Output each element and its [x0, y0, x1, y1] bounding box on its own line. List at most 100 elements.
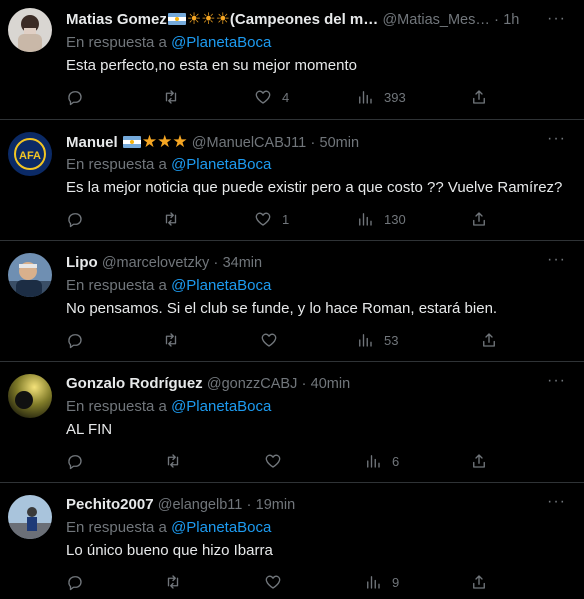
- like-count: 4: [282, 89, 290, 105]
- heart-icon: [265, 575, 281, 589]
- tweet-text: Es la mejor noticia que puede existir pe…: [66, 179, 563, 196]
- retweet-icon: [167, 575, 179, 589]
- timestamp[interactable]: 1h: [503, 12, 519, 28]
- share-button[interactable]: [470, 452, 488, 470]
- tweet[interactable]: Pechito2007 @elangelb11 · 19min ··· En r…: [0, 483, 584, 599]
- tweet-header: Pechito2007 @elangelb11 · 19min: [66, 495, 544, 515]
- more-icon[interactable]: ···: [547, 493, 566, 511]
- display-name[interactable]: Manuel: [66, 134, 118, 151]
- reply-button[interactable]: [66, 573, 94, 591]
- separator-dot: ·: [494, 11, 500, 28]
- reply-button[interactable]: [66, 88, 94, 106]
- star-icon: ★: [157, 132, 173, 151]
- retweet-icon: [165, 212, 177, 226]
- share-button[interactable]: [470, 210, 488, 228]
- views-button[interactable]: 53: [356, 331, 398, 349]
- share-button[interactable]: [480, 331, 498, 349]
- reply-prefix: En respuesta a: [66, 519, 167, 536]
- views-button[interactable]: 9: [364, 573, 399, 591]
- separator-dot: ·: [213, 254, 219, 271]
- views-button[interactable]: 393: [356, 88, 406, 106]
- more-icon[interactable]: ···: [547, 130, 566, 148]
- sun-icon: ☀: [186, 11, 202, 28]
- views-button[interactable]: 6: [364, 452, 399, 470]
- views-chart-icon: [367, 455, 380, 468]
- share-button[interactable]: [470, 573, 488, 591]
- handle[interactable]: @elangelb11: [158, 497, 243, 513]
- reply-button[interactable]: [66, 331, 94, 349]
- views-chart-icon: [359, 334, 372, 347]
- avatar[interactable]: [8, 8, 52, 52]
- reply-mention-link[interactable]: @PlanetaBoca: [171, 398, 271, 415]
- more-icon[interactable]: ···: [547, 10, 566, 28]
- share-icon: [473, 212, 485, 226]
- reply-icon: [68, 213, 82, 228]
- handle[interactable]: @marcelovetzky: [102, 255, 209, 271]
- retweet-button[interactable]: [162, 210, 190, 228]
- tweet-actions: 9: [66, 573, 570, 593]
- timestamp[interactable]: 19min: [256, 497, 296, 513]
- more-icon[interactable]: ···: [547, 251, 566, 269]
- views-button[interactable]: 130: [356, 210, 406, 228]
- handle[interactable]: @ManuelCABJ11: [192, 135, 306, 151]
- timestamp[interactable]: 50min: [320, 135, 360, 151]
- handle[interactable]: @Matias_Mes…: [382, 12, 489, 28]
- reply-button[interactable]: [66, 452, 94, 470]
- avatar[interactable]: [8, 374, 52, 418]
- display-name-suffix: (Campeones del m…: [229, 11, 379, 28]
- reply-button[interactable]: [66, 210, 94, 228]
- like-button[interactable]: [260, 331, 288, 349]
- reply-context: En respuesta a @PlanetaBoca: [66, 155, 271, 175]
- tweet-actions: 1 130: [66, 210, 570, 230]
- display-name[interactable]: Gonzalo Rodríguez: [66, 375, 203, 392]
- avatar[interactable]: [8, 495, 52, 539]
- heart-icon: [265, 454, 281, 468]
- like-button[interactable]: [264, 452, 292, 470]
- retweet-icon: [165, 333, 177, 347]
- separator-dot: ·: [301, 375, 307, 392]
- retweet-button[interactable]: [164, 452, 192, 470]
- view-count: 130: [384, 211, 406, 227]
- share-icon: [473, 90, 485, 104]
- avatar[interactable]: AFA: [8, 132, 52, 176]
- retweet-button[interactable]: [162, 331, 190, 349]
- retweet-button[interactable]: [164, 573, 192, 591]
- share-icon: [483, 333, 495, 347]
- tweet[interactable]: Gonzalo Rodríguez @gonzzCABJ · 40min ···…: [0, 362, 584, 483]
- heart-icon: [255, 212, 271, 226]
- display-name[interactable]: Matias Gomez: [66, 11, 167, 28]
- tweet-actions: 6: [66, 452, 570, 472]
- view-count: 53: [384, 332, 399, 348]
- views-chart-icon: [359, 91, 372, 104]
- display-name[interactable]: Pechito2007: [66, 496, 154, 513]
- handle[interactable]: @gonzzCABJ: [207, 376, 297, 392]
- display-name[interactable]: Lipo: [66, 254, 98, 271]
- separator-dot: ·: [246, 496, 252, 513]
- more-icon[interactable]: ···: [547, 372, 566, 390]
- reply-mention-link[interactable]: @PlanetaBoca: [171, 156, 271, 173]
- timestamp[interactable]: 34min: [223, 255, 263, 271]
- tweet[interactable]: Lipo @marcelovetzky · 34min ··· En respu…: [0, 241, 584, 362]
- reply-prefix: En respuesta a: [66, 34, 167, 51]
- tweet[interactable]: AFA Manuel ★★★ @ManuelCABJ11 · 50min ···…: [0, 120, 584, 241]
- reply-mention-link[interactable]: @PlanetaBoca: [171, 34, 271, 51]
- timestamp[interactable]: 40min: [311, 376, 351, 392]
- share-button[interactable]: [470, 88, 488, 106]
- reply-mention-link[interactable]: @PlanetaBoca: [171, 519, 271, 536]
- retweet-button[interactable]: [162, 88, 190, 106]
- argentina-flag-icon: [122, 136, 141, 148]
- tweet-actions: 4 393: [66, 88, 570, 108]
- views-chart-icon: [367, 576, 380, 589]
- heart-icon: [255, 90, 271, 104]
- avatar[interactable]: [8, 253, 52, 297]
- tweet-text: Lo único bueno que hizo Ibarra: [66, 542, 273, 559]
- sun-icon: ☀: [201, 11, 216, 28]
- like-button[interactable]: 1: [254, 210, 289, 228]
- reply-mention-link[interactable]: @PlanetaBoca: [171, 277, 271, 294]
- reply-prefix: En respuesta a: [66, 156, 167, 173]
- reply-context: En respuesta a @PlanetaBoca: [66, 276, 271, 296]
- like-button[interactable]: [264, 573, 292, 591]
- like-button[interactable]: 4: [254, 88, 289, 106]
- reply-context: En respuesta a @PlanetaBoca: [66, 33, 271, 53]
- tweet[interactable]: Matias Gomez ☀☀☀(Campeones del m… @Matias…: [0, 0, 584, 120]
